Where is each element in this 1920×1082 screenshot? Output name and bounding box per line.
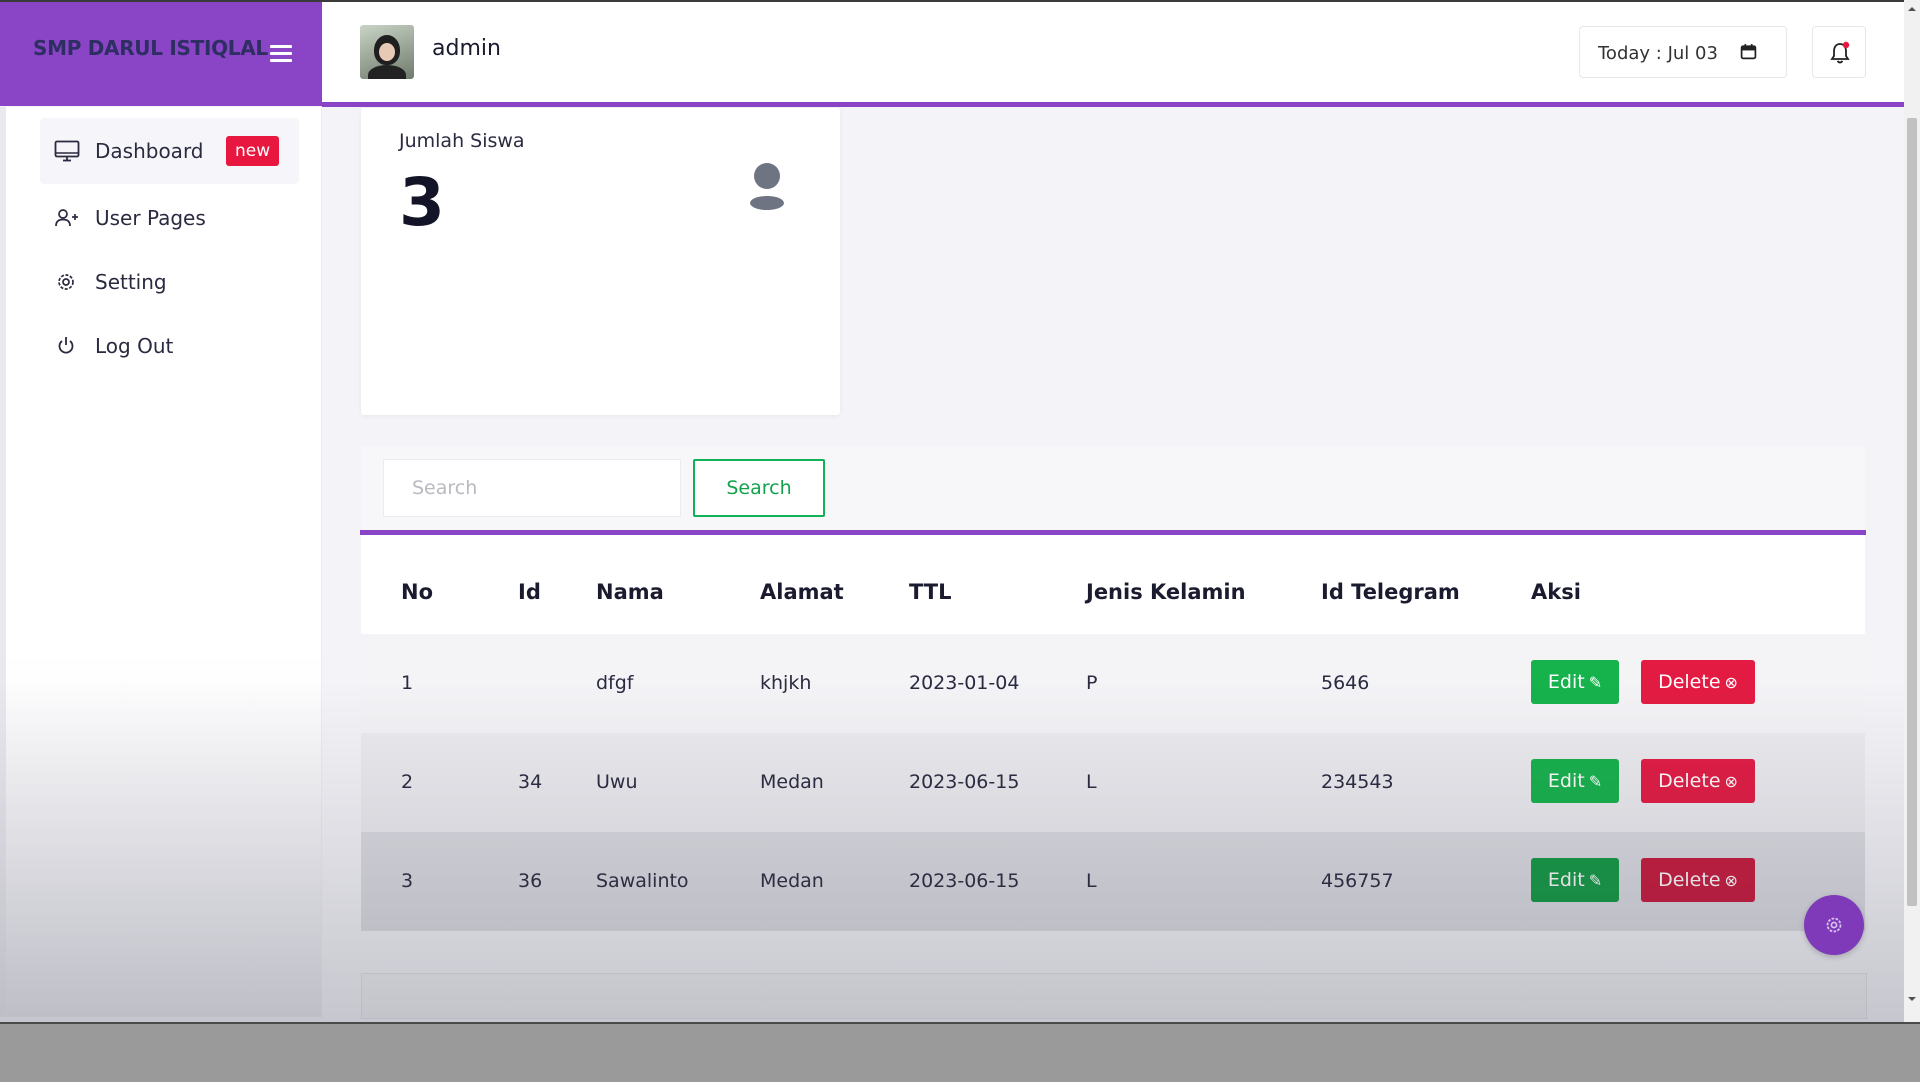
scroll-up-arrow-icon[interactable] [1904, 0, 1920, 18]
column-header-ttl: TTL [909, 580, 952, 604]
cell-no: 2 [401, 771, 414, 793]
edit-button[interactable]: Edit ✎ [1531, 759, 1619, 803]
cell-id: 34 [518, 771, 543, 793]
sidebar-item-label: Setting [95, 270, 167, 294]
delete-button-label: Delete [1658, 869, 1721, 891]
cell-id-telegram: 234543 [1321, 771, 1394, 793]
cell-ttl: 2023-06-15 [909, 870, 1020, 892]
edit-button-label: Edit [1547, 869, 1585, 891]
student-count-card: Jumlah Siswa 3 [361, 108, 840, 415]
column-header-nama: Nama [596, 580, 664, 604]
avatar[interactable] [360, 25, 414, 79]
scroll-down-arrow-icon[interactable] [1904, 990, 1920, 1008]
search-button[interactable]: Search [693, 459, 825, 517]
cell-no: 1 [401, 672, 414, 694]
student-table: No Id Nama Alamat TTL Jenis Kelamin Id T… [361, 535, 1865, 931]
cell-no: 3 [401, 870, 414, 892]
gear-icon [1826, 917, 1842, 933]
card-label: Jumlah Siswa [399, 130, 525, 152]
cell-id-telegram: 456757 [1321, 870, 1394, 892]
column-header-aksi: Aksi [1531, 580, 1581, 604]
search-input[interactable] [383, 459, 681, 517]
bell-icon [1830, 41, 1850, 64]
user-name[interactable]: admin [432, 36, 501, 61]
sidebar-item-dashboard[interactable]: Dashboard new [40, 118, 299, 184]
cell-id: 36 [518, 870, 543, 892]
cell-ttl: 2023-06-15 [909, 771, 1020, 793]
brand-panel: SMP DARUL ISTIQLAL [0, 2, 322, 106]
delete-button[interactable]: Delete ⊗ [1641, 759, 1755, 803]
taskbar [0, 1022, 1920, 1082]
delete-button[interactable]: Delete ⊗ [1641, 660, 1755, 704]
cell-ttl: 2023-01-04 [909, 672, 1020, 694]
gear-icon [58, 274, 74, 290]
cell-alamat: Medan [760, 771, 824, 793]
cell-id-telegram: 5646 [1321, 672, 1370, 694]
table-row: 2 34 Uwu Medan 2023-06-15 L 234543 Edit ✎… [361, 733, 1865, 832]
cell-alamat: Medan [760, 870, 824, 892]
edit-icon: ✎ [1588, 673, 1603, 692]
new-badge: new [226, 136, 280, 166]
cell-jenis-kelamin: P [1086, 672, 1098, 694]
edit-button-label: Edit [1547, 770, 1585, 792]
sidebar-item-setting[interactable]: Setting [40, 249, 299, 315]
floating-settings-button[interactable] [1804, 895, 1864, 955]
hamburger-menu-icon[interactable] [270, 45, 292, 63]
sidebar-item-label: Log Out [95, 334, 174, 358]
close-circle-icon: ⊗ [1724, 772, 1738, 791]
scrollbar-thumb[interactable] [1907, 118, 1917, 906]
sidebar: Dashboard new User Pages Setting Log Out [6, 107, 322, 1017]
lower-panel [361, 973, 1867, 1019]
delete-button-label: Delete [1658, 671, 1721, 693]
edit-icon: ✎ [1588, 772, 1603, 791]
delete-button[interactable]: Delete ⊗ [1641, 858, 1755, 902]
monitor-icon [54, 140, 80, 162]
edit-button-label: Edit [1547, 671, 1585, 693]
cell-jenis-kelamin: L [1086, 771, 1097, 793]
column-header-alamat: Alamat [760, 580, 844, 604]
column-header-id: Id [518, 580, 541, 604]
delete-button-label: Delete [1658, 770, 1721, 792]
card-value: 3 [399, 164, 445, 241]
notifications-button[interactable] [1812, 26, 1866, 78]
sidebar-item-label: User Pages [95, 206, 206, 230]
cell-nama: Uwu [596, 771, 638, 793]
sidebar-item-label: Dashboard [95, 139, 204, 163]
today-label: Today : Jul 03 [1598, 43, 1718, 64]
sidebar-item-user-pages[interactable]: User Pages [40, 185, 299, 251]
sidebar-item-log-out[interactable]: Log Out [40, 313, 299, 379]
brand-title: SMP DARUL ISTIQLAL [33, 36, 268, 60]
table-row: 3 36 Sawalinto Medan 2023-06-15 L 456757… [361, 832, 1865, 931]
top-bar-accent-line [322, 102, 1904, 107]
calendar-icon [1740, 44, 1757, 60]
power-icon [58, 337, 74, 354]
column-header-jenis-kelamin: Jenis Kelamin [1086, 580, 1246, 604]
cell-alamat: khjkh [760, 672, 812, 694]
close-circle-icon: ⊗ [1724, 673, 1738, 692]
cell-nama: Sawalinto [596, 870, 689, 892]
cell-nama: dfgf [596, 672, 634, 694]
user-plus-icon [55, 209, 78, 227]
edit-button[interactable]: Edit ✎ [1531, 660, 1619, 704]
cell-jenis-kelamin: L [1086, 870, 1097, 892]
close-circle-icon: ⊗ [1724, 871, 1738, 890]
table-row: 1 dfgf khjkh 2023-01-04 P 5646 Edit ✎ Del… [361, 634, 1865, 733]
edit-button[interactable]: Edit ✎ [1531, 858, 1619, 902]
column-header-no: No [401, 580, 434, 604]
user-icon [750, 163, 784, 210]
edit-icon: ✎ [1588, 871, 1603, 890]
column-header-id-telegram: Id Telegram [1321, 580, 1460, 604]
today-date-button[interactable]: Today : Jul 03 [1579, 26, 1787, 78]
